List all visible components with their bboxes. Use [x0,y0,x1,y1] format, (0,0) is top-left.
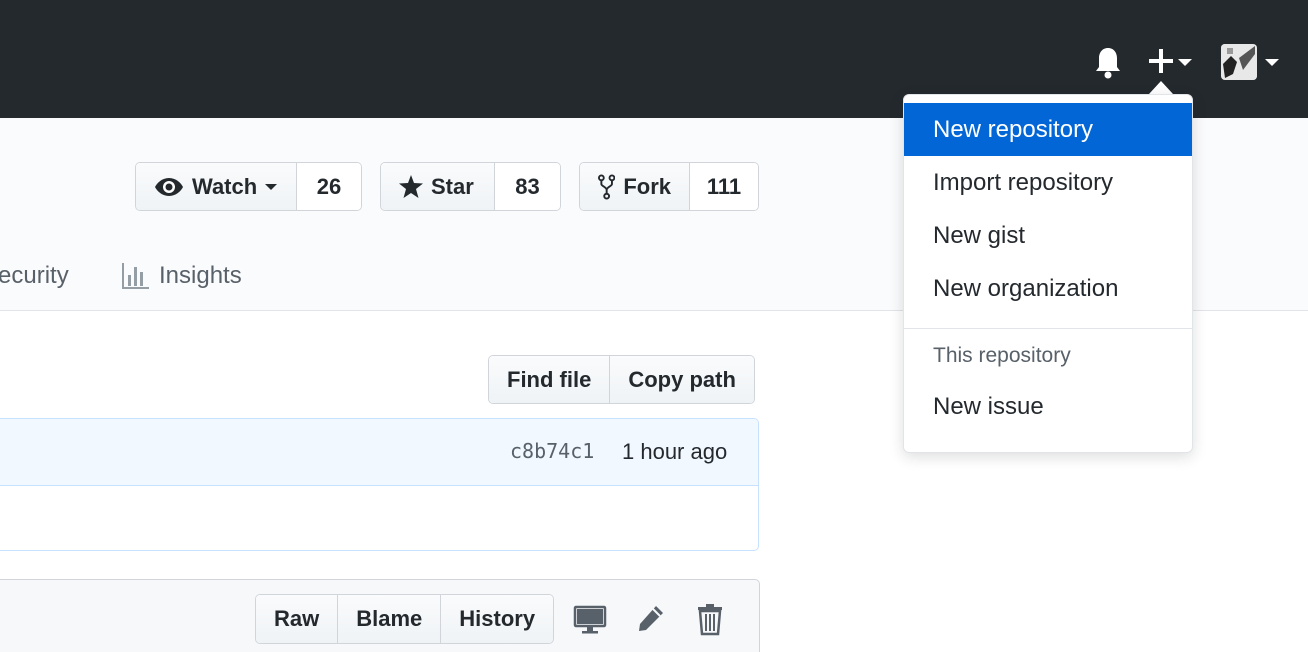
star-count[interactable]: 83 [495,163,560,210]
watch-button[interactable]: Watch [136,163,297,210]
file-nav-buttons: Find file Copy path [488,355,755,404]
menu-item-new-organization[interactable]: New organization [904,262,1192,315]
graph-icon [122,263,149,289]
fork-button-group: Fork 111 [579,162,759,211]
star-label: Star [431,173,474,199]
fork-button[interactable]: Fork [580,163,690,210]
history-button[interactable]: History [440,595,554,643]
bell-icon[interactable] [1093,46,1123,80]
dropdown-divider [904,328,1192,329]
watch-count[interactable]: 26 [297,163,361,210]
fork-label: Fork [623,173,671,199]
commit-sha-link[interactable]: c8b74c1 [510,439,594,463]
find-file-button[interactable]: Find file [489,356,610,403]
eye-icon [155,177,183,196]
star-icon [399,175,423,198]
tab-insights[interactable]: Insights [121,262,242,290]
menu-item-import-repository[interactable]: Import repository [904,156,1192,209]
commit-tease: c8b74c1 1 hour ago [0,418,759,551]
raw-button[interactable]: Raw [256,595,338,643]
commit-time: 1 hour ago [622,439,728,464]
fork-icon [598,173,616,200]
copy-path-button[interactable]: Copy path [609,356,754,403]
commit-tease-header: c8b74c1 1 hour ago [0,419,758,486]
pencil-icon[interactable] [634,602,668,636]
menu-item-new-gist[interactable]: New gist [904,209,1192,262]
tab-insights-label: Insights [159,262,242,289]
trash-icon[interactable] [693,602,727,636]
desktop-icon[interactable] [573,602,607,636]
tab-security[interactable]: ecurity [0,262,69,290]
fork-count[interactable]: 111 [690,163,758,210]
avatar[interactable] [1221,44,1257,80]
dropdown-caret [1149,81,1173,94]
star-button-group: Star 83 [380,162,561,211]
menu-item-new-repository[interactable]: New repository [904,103,1192,156]
plus-icon[interactable] [1146,46,1176,76]
avatar-chevron-down-icon[interactable] [1265,59,1279,66]
star-button[interactable]: Star [381,163,495,210]
dropdown-section-header: This repository [933,344,1071,367]
watch-button-group: Watch 26 [135,162,362,211]
chevron-down-icon[interactable] [1178,59,1192,66]
watch-label: Watch [192,173,258,199]
chevron-down-icon [265,183,278,190]
tab-security-label: ecurity [0,262,69,289]
blame-button[interactable]: Blame [337,595,441,643]
create-new-dropdown: New repository Import repository New gis… [903,94,1193,453]
menu-item-new-issue[interactable]: New issue [904,380,1192,433]
blob-action-buttons: Raw Blame History [255,594,555,644]
